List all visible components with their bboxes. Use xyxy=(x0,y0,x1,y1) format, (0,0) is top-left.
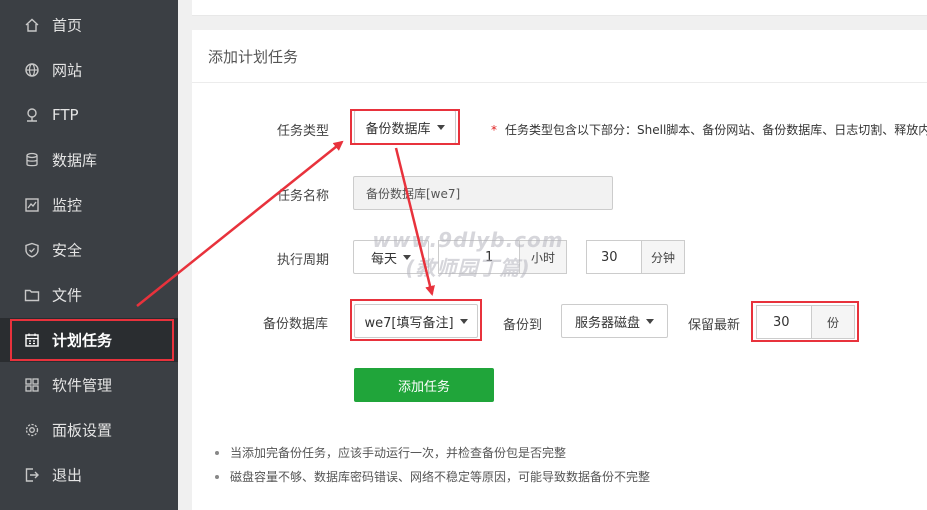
sidebar-item-settings[interactable]: 面板设置 xyxy=(0,408,178,452)
folder-icon xyxy=(24,287,40,303)
globe-icon xyxy=(24,62,40,78)
keep-value: 30 xyxy=(773,314,790,330)
divider xyxy=(192,82,927,83)
period-label: 执行周期 xyxy=(277,253,330,268)
sidebar-item-label: 首页 xyxy=(52,16,83,35)
backup-to-value: 服务器磁盘 xyxy=(574,315,640,331)
logout-icon xyxy=(24,467,40,483)
task-name-label: 任务名称 xyxy=(277,189,330,204)
database-icon xyxy=(24,152,40,168)
sidebar-item-label: FTP xyxy=(52,106,79,124)
backup-to-select[interactable]: 服务器磁盘 xyxy=(561,304,668,338)
minute-unit: 分钟 xyxy=(641,240,685,274)
list-item: 当添加完备份任务，应该手动运行一次，并检查备份包是否完整 xyxy=(212,444,650,468)
sidebar-item-security[interactable]: 安全 xyxy=(0,228,178,272)
backup-db-label: 备份数据库 xyxy=(263,317,329,332)
keep-label: 保留最新 xyxy=(688,318,741,333)
sidebar-item-files[interactable]: 文件 xyxy=(0,273,178,317)
sidebar-item-label: 软件管理 xyxy=(52,376,113,395)
sidebar-item-ftp[interactable]: FTP xyxy=(0,93,178,137)
task-name-value: 备份数据库[we7] xyxy=(366,186,461,201)
sidebar-item-cron[interactable]: 计划任务 xyxy=(0,318,178,362)
sidebar-item-label: 文件 xyxy=(52,286,83,305)
list-item: 磁盘容量不够、数据库密码错误、网络不稳定等原因，可能导致数据备份不完整 xyxy=(212,468,650,492)
add-task-button[interactable]: 添加任务 xyxy=(354,368,494,402)
watermark-line: www.9dlyb.com xyxy=(372,228,564,252)
backup-db-select[interactable]: we7[填写备注] xyxy=(354,304,478,338)
task-type-select[interactable]: 备份数据库 xyxy=(354,110,456,144)
task-type-label: 任务类型 xyxy=(277,124,330,139)
watermark: www.9dlyb.com (教师园丁篇) xyxy=(368,226,568,282)
sidebar-item-logout[interactable]: 退出 xyxy=(0,453,178,497)
sidebar-item-software[interactable]: 软件管理 xyxy=(0,363,178,407)
sidebar-item-database[interactable]: 数据库 xyxy=(0,138,178,182)
task-type-hint: * 任务类型包含以下部分：Shell脚本、备份网站、备份数据库、日志切割、释放内 xyxy=(491,121,927,138)
task-type-value: 备份数据库 xyxy=(365,121,431,137)
sidebar-item-monitor[interactable]: 监控 xyxy=(0,183,178,227)
required-star: * xyxy=(491,123,497,137)
backup-db-value: we7[填写备注] xyxy=(364,315,454,331)
sidebar-item-label: 网站 xyxy=(52,61,83,80)
sidebar-item-label: 退出 xyxy=(52,466,83,485)
sidebar-item-label: 监控 xyxy=(52,196,83,215)
ftp-icon xyxy=(24,107,40,123)
minute-value: 30 xyxy=(601,249,618,265)
keep-input[interactable]: 30 xyxy=(756,305,812,339)
calendar-icon xyxy=(24,332,40,348)
sidebar: 首页 网站 FTP 数据库 监控 安全 文件 计划任务 软件管理 面板设置 退出 xyxy=(0,0,178,510)
minute-unit-text: 分钟 xyxy=(650,250,675,265)
caret-down-icon xyxy=(646,318,654,324)
tips-list: 当添加完备份任务，应该手动运行一次，并检查备份包是否完整 磁盘容量不够、数据库密… xyxy=(212,444,650,492)
watermark-line: (教师园丁篇) xyxy=(405,256,531,280)
shield-icon xyxy=(24,242,40,258)
top-panel xyxy=(192,0,927,16)
panel-title: 添加计划任务 xyxy=(208,48,299,66)
sidebar-item-label: 安全 xyxy=(52,241,83,260)
sidebar-item-label: 计划任务 xyxy=(52,331,113,350)
home-icon xyxy=(24,17,40,33)
keep-unit-text: 份 xyxy=(826,315,839,330)
backup-to-label: 备份到 xyxy=(503,318,543,333)
gear-icon xyxy=(24,422,40,438)
caret-down-icon xyxy=(459,318,468,324)
sidebar-item-website[interactable]: 网站 xyxy=(0,48,178,92)
sidebar-item-label: 面板设置 xyxy=(52,421,113,440)
keep-unit: 份 xyxy=(811,305,855,339)
monitor-icon xyxy=(24,197,40,213)
sidebar-item-home[interactable]: 首页 xyxy=(0,3,178,47)
hint-text: 任务类型包含以下部分：Shell脚本、备份网站、备份数据库、日志切割、释放内 xyxy=(505,123,927,137)
task-name-input[interactable]: 备份数据库[we7] xyxy=(353,176,613,210)
caret-down-icon xyxy=(436,124,445,130)
minute-input[interactable]: 30 xyxy=(586,240,642,274)
sidebar-item-label: 数据库 xyxy=(52,151,98,170)
apps-icon xyxy=(24,377,40,393)
